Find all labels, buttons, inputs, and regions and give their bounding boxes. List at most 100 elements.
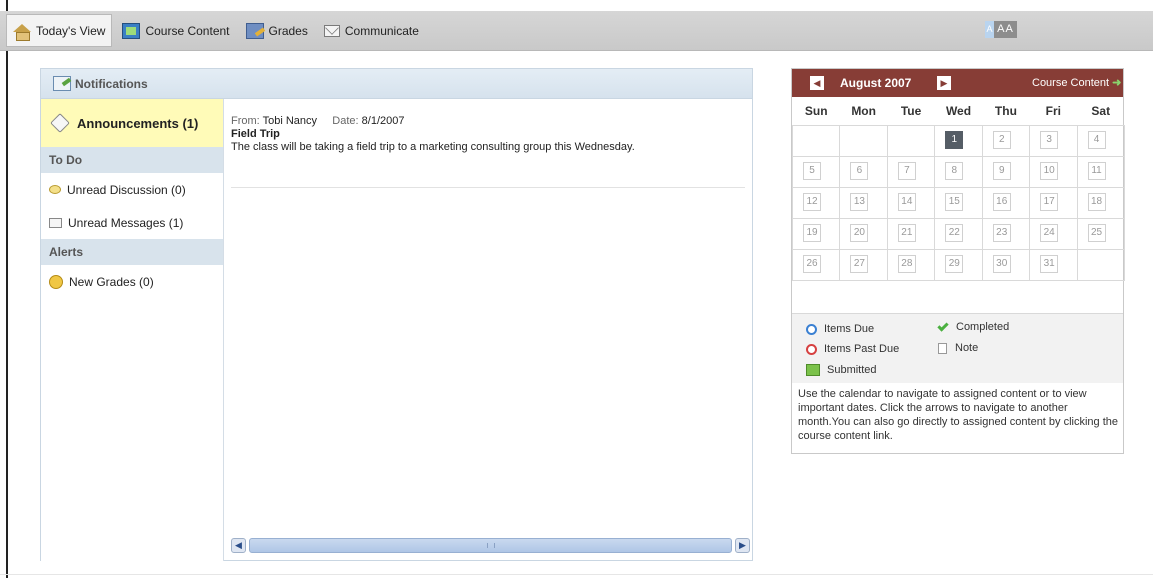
calendar-day[interactable]: 4 [1087,130,1106,149]
calendar-cell[interactable]: 3 [1029,124,1078,157]
calendar-legend: Items Due Completed Items Past Due Note … [792,313,1123,383]
calendar-cell[interactable]: 31 [1029,248,1078,281]
calendar-day[interactable]: 13 [850,192,869,211]
calendar-day[interactable]: 30 [992,254,1011,273]
calendar-cell[interactable]: 16 [981,186,1031,219]
calendar-cell[interactable]: 9 [981,155,1031,188]
alerts-header: Alerts [41,239,223,265]
calendar-cell[interactable]: 26 [791,248,841,281]
prev-month-button[interactable]: ◀ [810,76,824,90]
tab-communicate[interactable]: Communicate [318,15,425,47]
calendar-cell[interactable]: 15 [934,186,983,219]
calendar-cell[interactable]: 18 [1076,186,1126,219]
calendar-day[interactable]: 27 [850,254,869,273]
calendar-day[interactable]: 10 [1040,161,1059,180]
announcement-message: From: Tobi Nancy Date: 8/1/2007 Field Tr… [231,115,635,153]
weekday-wed: Wed [945,103,972,118]
calendar-day[interactable]: 31 [1040,254,1059,273]
calendar-cell[interactable]: 2 [981,124,1031,157]
calendar-cell[interactable]: 5 [791,155,841,188]
calendar-day[interactable]: 18 [1087,192,1106,211]
calendar-day[interactable]: 20 [850,223,869,242]
unread-messages-label: Unread Messages (1) [68,215,184,230]
scroll-thumb[interactable] [249,538,732,553]
calendar-day[interactable]: 7 [897,161,916,180]
calendar-cell[interactable]: 6 [839,155,888,188]
calendar-cell[interactable]: 14 [886,186,936,219]
calendar-cell[interactable]: 21 [886,217,936,250]
calendar-cell [886,124,936,157]
calendar-cell[interactable]: 28 [886,248,936,281]
calendar-week-row: 5 6 7 8 9 10 11 [791,155,1126,188]
font-size-small-button[interactable]: A [985,21,994,38]
calendar-cell[interactable]: 17 [1029,186,1078,219]
weekday-sun: Sun [804,103,828,118]
calendar-grid: Sun Mon Tue Wed Thu Fri Sat 1 2 3 4 5 6 7 8 9 10 1… [791,97,1126,281]
tab-grades[interactable]: Grades [240,15,314,47]
calendar-cell[interactable]: 8 [934,155,983,188]
calendar-day[interactable]: 23 [992,223,1011,242]
calendar-day[interactable]: 2 [992,130,1011,149]
unread-messages-item[interactable]: Unread Messages (1) [41,206,223,239]
legend-submitted: Submitted [806,364,877,376]
calendar-cell[interactable]: 4 [1076,124,1126,157]
calendar-cell[interactable]: 1 [934,124,983,157]
tab-todays-view-label: Today's View [36,23,106,38]
calendar-week-row: 1 2 3 4 [791,124,1126,157]
calendar-day[interactable]: 24 [1040,223,1059,242]
calendar-day[interactable]: 8 [945,161,964,180]
next-month-button[interactable]: ▶ [937,76,951,90]
calendar-day[interactable]: 28 [897,254,916,273]
calendar-cell[interactable]: 12 [791,186,841,219]
calendar-cell[interactable]: 27 [839,248,888,281]
calendar-day[interactable]: 26 [803,254,821,273]
calendar-day[interactable]: 21 [897,223,916,242]
calendar-day[interactable]: 16 [992,192,1011,211]
tab-todays-view[interactable]: Today's View [6,14,113,47]
calendar-day[interactable]: 12 [803,192,821,211]
checkmark-icon [937,319,949,332]
scroll-right-button[interactable]: ▶ [735,538,750,553]
calendar-cell[interactable]: 24 [1029,217,1078,250]
calendar-cell[interactable]: 30 [981,248,1031,281]
message-meta: From: Tobi Nancy Date: 8/1/2007 [231,115,635,127]
calendar-cell[interactable]: 22 [934,217,983,250]
calendar-cell[interactable]: 11 [1076,155,1126,188]
calendar-day[interactable]: 1 [945,130,964,149]
calendar-cell[interactable]: 10 [1029,155,1078,188]
course-content-link[interactable]: Course Content ➜ [1032,76,1121,89]
new-grades-item[interactable]: New Grades (0) [41,265,223,298]
unread-discussion-item[interactable]: Unread Discussion (0) [41,173,223,206]
calendar-day[interactable]: 9 [992,161,1011,180]
calendar-day[interactable]: 29 [945,254,964,273]
calendar-day[interactable]: 5 [803,161,821,180]
announcements-item[interactable]: Announcements (1) [41,99,223,147]
calendar-day[interactable]: 11 [1087,161,1106,180]
calendar-day[interactable]: 17 [1040,192,1059,211]
calendar-cell[interactable]: 20 [839,217,888,250]
calendar-day[interactable]: 19 [803,223,821,242]
font-size-large-button[interactable]: AA [994,21,1017,38]
notifications-title: Notifications [75,76,148,91]
calendar-cell[interactable]: 29 [934,248,983,281]
horizontal-scrollbar[interactable]: ◀ ▶ [231,537,750,554]
calendar-day[interactable]: 3 [1040,130,1059,149]
calendar-cell[interactable]: 25 [1076,217,1126,250]
calendar-day[interactable]: 6 [850,161,869,180]
legend-items-past-due: Items Past Due [806,343,899,355]
calendar-day[interactable]: 22 [945,223,964,242]
calendar-cell[interactable]: 19 [791,217,841,250]
calendar-cell[interactable]: 23 [981,217,1031,250]
unread-discussion-label: Unread Discussion (0) [67,182,186,197]
calendar-week-row: 12 13 14 15 16 17 18 [791,186,1126,219]
scroll-left-button[interactable]: ◀ [231,538,246,553]
tab-course-content[interactable]: Course Content [116,15,235,47]
calendar-day[interactable]: 14 [897,192,916,211]
calendar-panel: ◀ August 2007 ▶ Course Content ➜ Sun Mon… [791,68,1126,454]
tab-course-content-label: Course Content [145,23,230,38]
calendar-day[interactable]: 25 [1087,223,1106,242]
calendar-day[interactable]: 15 [945,192,964,211]
calendar-cell[interactable]: 13 [839,186,888,219]
message-title: Field Trip [231,128,280,140]
calendar-cell[interactable]: 7 [886,155,936,188]
